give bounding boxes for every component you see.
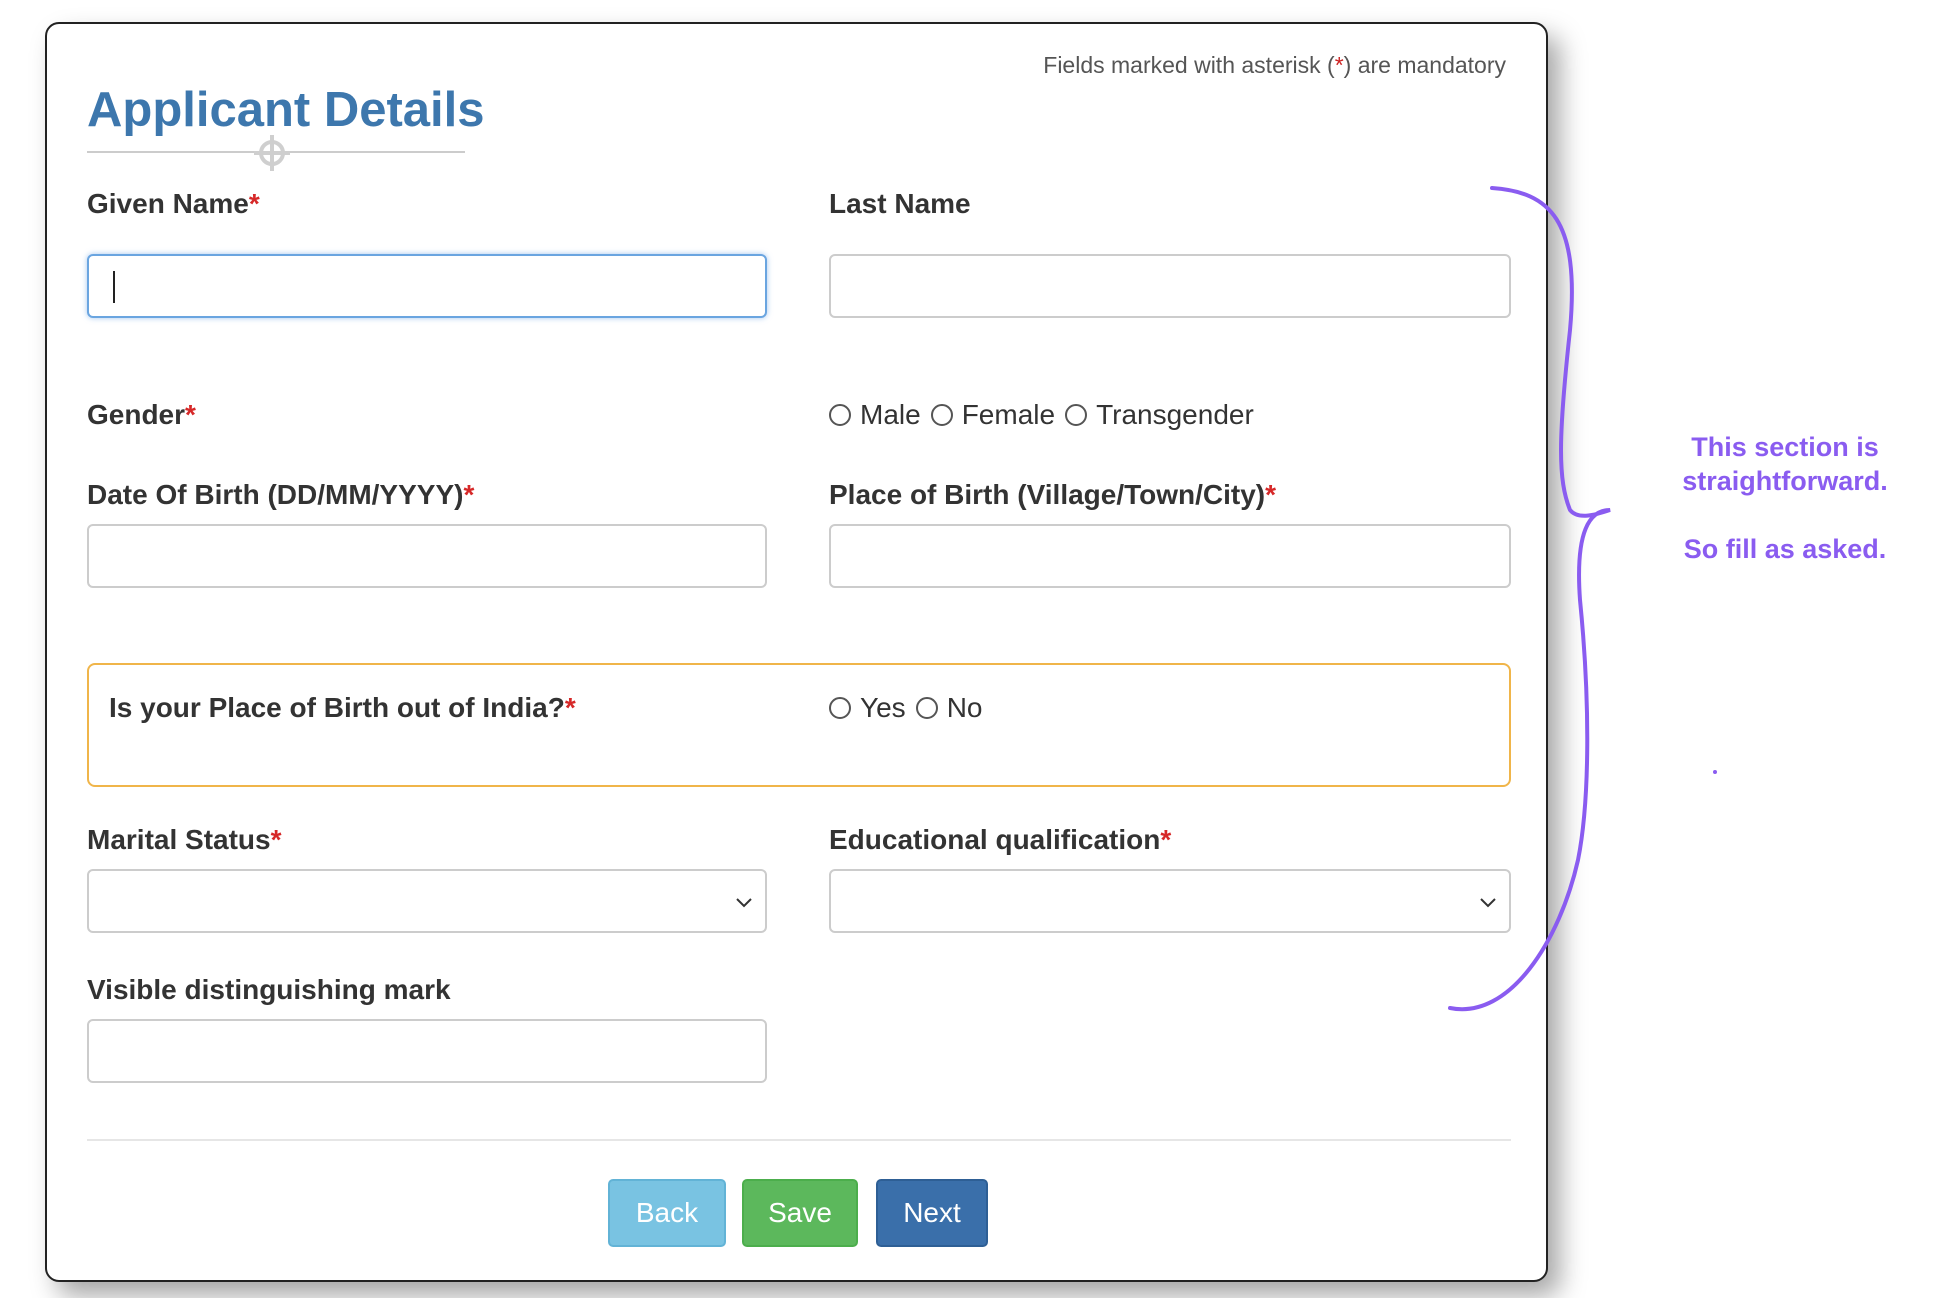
education-select[interactable] [829,869,1511,933]
annotation-line: straightforward. [1682,466,1888,496]
annotation-dot [1713,770,1717,774]
radio-button[interactable] [829,697,851,719]
annotation-note: This section is straightforward. So fill… [1640,430,1930,566]
save-button[interactable]: Save [742,1179,858,1247]
gender-label: Gender* [87,399,196,430]
marital-status-select[interactable] [87,869,767,933]
place-of-birth-label: Place of Birth (Village/Town/City)* [829,479,1277,510]
crosshair-icon [254,135,290,171]
gender-option-transgender[interactable]: Transgender [1065,399,1254,431]
back-button[interactable]: Back [608,1179,726,1247]
annotation-brace [1448,186,1611,1012]
birth-out-of-india-label: Is your Place of Birth out of India?* [109,692,576,723]
distinguishing-mark-input[interactable] [87,1019,767,1083]
gender-option-female[interactable]: Female [930,399,1055,431]
given-name-input[interactable] [87,254,767,318]
radio-button[interactable] [930,404,953,426]
chevron-down-icon [736,898,752,908]
gender-option-male[interactable]: Male [829,399,921,431]
next-button[interactable]: Next [876,1179,988,1247]
place-of-birth-input[interactable] [829,524,1511,588]
given-name-label: Given Name* [87,188,260,219]
page-title: Applicant Details [87,83,485,137]
mandatory-note: Fields marked with asterisk (*) are mand… [1043,52,1506,78]
radio-button[interactable] [829,404,851,426]
birth-out-of-india-radio-group: Yes No [829,692,992,724]
radio-button[interactable] [1065,404,1088,426]
birth-option-no[interactable]: No [915,692,982,724]
footer-divider [87,1139,1511,1141]
gender-radio-group: Male Female Transgender [829,399,1264,431]
dob-input[interactable] [87,524,767,588]
annotation-line: So fill as asked. [1683,534,1887,564]
last-name-input[interactable] [829,254,1511,318]
education-label: Educational qualification* [829,824,1172,855]
text-caret [113,271,115,303]
birth-option-yes[interactable]: Yes [829,692,906,724]
marital-status-label: Marital Status* [87,824,282,855]
distinguishing-mark-label: Visible distinguishing mark [87,974,451,1005]
radio-button[interactable] [915,697,938,719]
last-name-label: Last Name [829,188,971,219]
annotation-line: This section is [1691,432,1879,462]
birth-out-of-india-section [87,663,1511,787]
dob-label: Date Of Birth (DD/MM/YYYY)* [87,479,475,510]
applicant-details-panel: Fields marked with asterisk (*) are mand… [45,22,1548,1282]
